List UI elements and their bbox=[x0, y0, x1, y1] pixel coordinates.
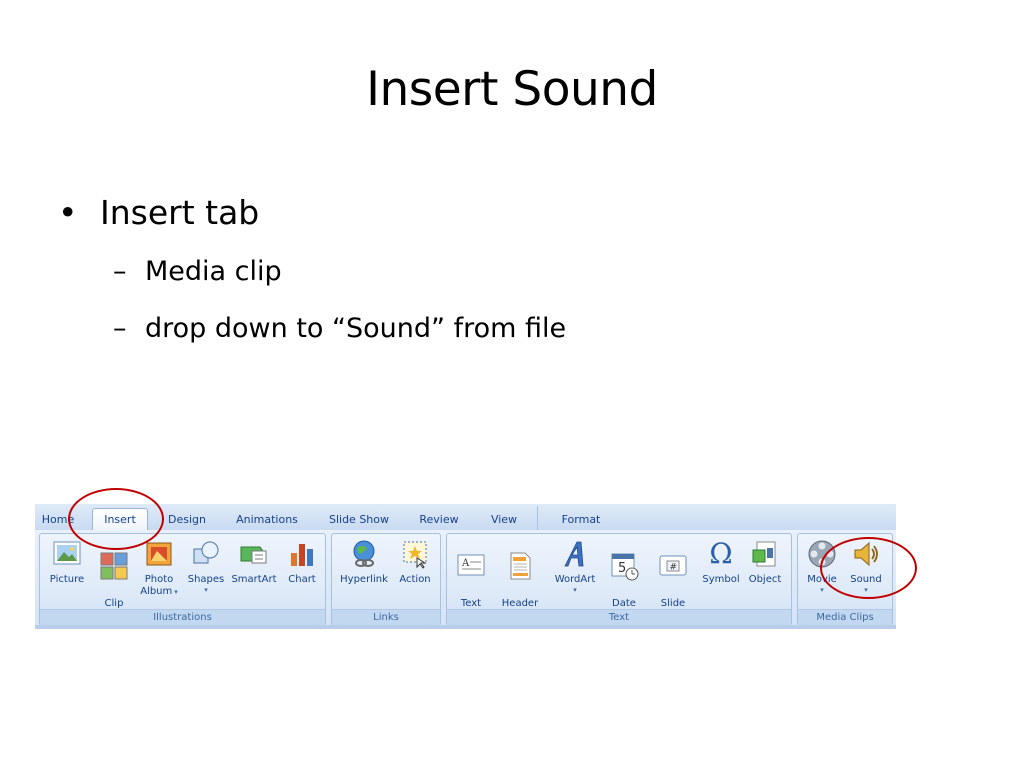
wordart-dropdown-icon[interactable]: ▾ bbox=[549, 586, 601, 594]
symbol-label: Symbol bbox=[702, 574, 740, 585]
bullet-insert-tab: • Insert tab bbox=[58, 193, 259, 232]
picture-icon bbox=[53, 541, 81, 565]
ribbon-panel: Picture Clip Art Photo Album▾ bbox=[35, 530, 896, 626]
action-button[interactable]: Action bbox=[394, 538, 436, 586]
sub-bullet-text: drop down to “Sound” from file bbox=[145, 313, 567, 344]
sound-button-callout bbox=[820, 537, 917, 599]
date-time-icon: 5 bbox=[611, 553, 639, 581]
shapes-label: Shapes bbox=[187, 574, 225, 585]
slide-title: Insert Sound bbox=[366, 62, 658, 117]
group-label-text: Text bbox=[447, 609, 791, 625]
group-label-links: Links bbox=[332, 609, 440, 625]
object-icon bbox=[752, 541, 776, 567]
object-label: Object bbox=[748, 574, 782, 585]
wordart-label: WordArt bbox=[554, 574, 596, 585]
header-footer-icon bbox=[510, 552, 531, 580]
picture-button[interactable]: Picture bbox=[42, 538, 92, 586]
ribbon-bottom-edge bbox=[35, 625, 896, 629]
tab-view[interactable]: View bbox=[485, 509, 523, 530]
action-label: Action bbox=[399, 574, 431, 585]
photo-album-button[interactable]: Photo Album ▾ bbox=[136, 538, 182, 598]
insert-tab-callout bbox=[68, 488, 164, 550]
group-label-media-clips: Media Clips bbox=[798, 609, 892, 625]
svg-text:5: 5 bbox=[618, 561, 626, 576]
tab-separator bbox=[537, 506, 538, 530]
ribbon: Home Insert Design Animations Slide Show… bbox=[35, 488, 917, 628]
ribbon-tabstrip: Home Insert Design Animations Slide Show… bbox=[35, 504, 896, 531]
group-illustrations: Picture Clip Art Photo Album▾ bbox=[39, 533, 326, 626]
hyperlink-icon bbox=[353, 540, 375, 567]
chart-label: Chart bbox=[288, 574, 316, 585]
wordart-button[interactable]: WordArt ▾ bbox=[549, 538, 601, 594]
picture-label: Picture bbox=[49, 574, 85, 585]
photo-album-dropdown-icon[interactable]: ▾ bbox=[174, 588, 178, 596]
tab-format[interactable]: Format bbox=[557, 509, 605, 530]
svg-text:#: # bbox=[670, 563, 678, 573]
smartart-label: SmartArt bbox=[231, 574, 277, 585]
symbol-icon: Ω bbox=[709, 537, 733, 570]
photo-album-icon bbox=[146, 542, 172, 566]
shapes-button[interactable]: Shapes ▾ bbox=[184, 538, 228, 594]
tab-slide-show[interactable]: Slide Show bbox=[325, 509, 393, 530]
sub-bullet-media-clip: – Media clip bbox=[113, 256, 282, 287]
chart-button[interactable]: Chart bbox=[284, 538, 320, 586]
sub-bullet-text: Media clip bbox=[145, 256, 282, 287]
bullet-text: Insert tab bbox=[100, 193, 260, 232]
svg-text:A: A bbox=[461, 558, 470, 569]
wordart-icon bbox=[564, 541, 584, 567]
object-button[interactable]: Object bbox=[743, 538, 787, 586]
tab-design[interactable]: Design bbox=[163, 509, 211, 530]
shapes-dropdown-icon[interactable]: ▾ bbox=[184, 586, 228, 594]
shapes-icon bbox=[193, 541, 219, 564]
tab-review[interactable]: Review bbox=[416, 509, 462, 530]
symbol-button[interactable]: Ω Symbol bbox=[699, 538, 743, 586]
sub-bullet-dash: – bbox=[113, 256, 127, 287]
sub-bullet-dash: – bbox=[113, 313, 127, 344]
sub-bullet-drop-down: – drop down to “Sound” from file bbox=[113, 313, 566, 344]
group-links: Hyperlink Action Links bbox=[331, 533, 441, 626]
hyperlink-label: Hyperlink bbox=[340, 574, 388, 585]
hyperlink-button[interactable]: Hyperlink bbox=[334, 538, 394, 586]
tab-animations[interactable]: Animations bbox=[231, 509, 303, 530]
group-label-illustrations: Illustrations bbox=[40, 609, 325, 625]
group-text: A Text Box Header & Footer bbox=[446, 533, 792, 626]
chart-icon bbox=[291, 544, 313, 566]
smartart-icon bbox=[240, 546, 267, 564]
bullet-dot: • bbox=[58, 193, 78, 232]
text-box-icon: A bbox=[457, 554, 485, 576]
smartart-button[interactable]: SmartArt bbox=[228, 538, 280, 586]
action-icon bbox=[403, 541, 427, 569]
slide-number-icon: # bbox=[659, 555, 687, 576]
clip-art-icon bbox=[100, 552, 128, 580]
photo-album-label: Photo Album bbox=[140, 574, 174, 597]
